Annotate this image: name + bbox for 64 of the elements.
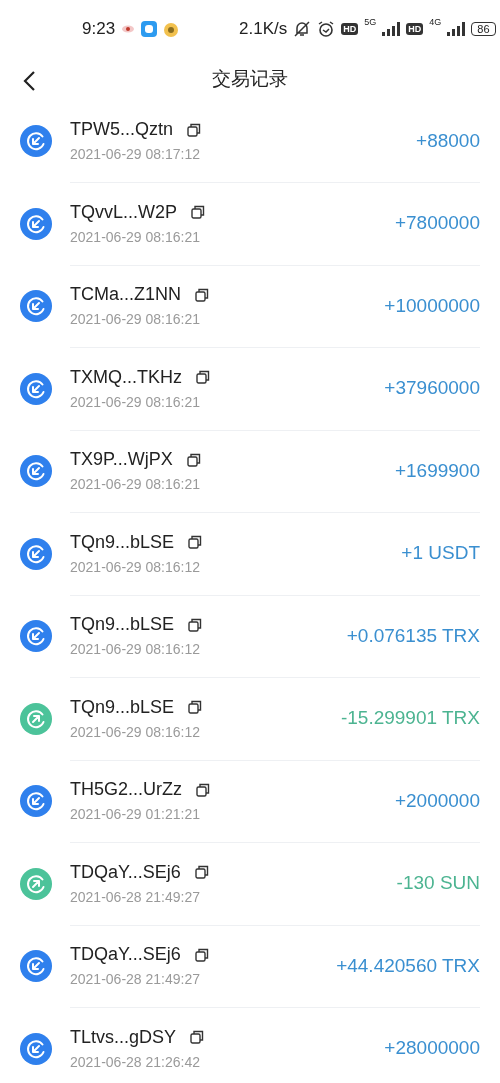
transaction-amount: -15.299901 TRX bbox=[340, 707, 480, 730]
wallet-address: TLtvs...gDSY bbox=[70, 1026, 177, 1048]
copy-icon[interactable] bbox=[188, 617, 203, 632]
transaction-time: 2021-06-28 21:49:27 bbox=[70, 971, 201, 988]
wallet-address: TXMQ...TKHz bbox=[70, 366, 182, 388]
copy-icon[interactable] bbox=[188, 535, 203, 550]
transaction-time: 2021-06-29 08:17:12 bbox=[70, 146, 201, 163]
copy-icon[interactable] bbox=[194, 865, 209, 880]
wallet-address: TDQaY...SEj6 bbox=[70, 944, 181, 966]
transaction-time: 2021-06-29 08:16:12 bbox=[70, 641, 201, 658]
transaction-time: 2021-06-29 08:16:21 bbox=[70, 228, 201, 245]
wallet-address: TH5G2...UrZz bbox=[70, 779, 182, 801]
copy-icon[interactable] bbox=[186, 452, 201, 467]
signal-icon bbox=[382, 22, 401, 36]
mascot-icon bbox=[163, 21, 180, 37]
alarm-icon bbox=[317, 20, 336, 38]
wallet-address: TPW5...Qztn bbox=[70, 119, 174, 141]
hd-badge: HD bbox=[406, 23, 424, 35]
copy-icon[interactable] bbox=[188, 700, 203, 715]
wallet-address: TQvvL...W2P bbox=[70, 201, 177, 223]
bell-muted-icon bbox=[293, 20, 312, 38]
wallet-address: TCMa...Z1NN bbox=[70, 284, 181, 306]
transaction-amount: +7800000 bbox=[394, 212, 480, 235]
wallet-address: TQn9...bLSE bbox=[70, 696, 175, 718]
hd-badge: HD bbox=[341, 23, 359, 35]
network-type: 5G bbox=[364, 17, 377, 27]
transaction-amount: +0.076135 TRX bbox=[346, 624, 480, 647]
network-speed: 2.1K/s bbox=[239, 19, 288, 39]
wallet-address: TQn9...bLSE bbox=[70, 531, 175, 553]
transaction-amount: +1699900 bbox=[394, 459, 480, 482]
copy-icon[interactable] bbox=[196, 370, 210, 385]
transaction-time: 2021-06-29 08:16:21 bbox=[70, 476, 201, 493]
transaction-time: 2021-06-28 21:26:42 bbox=[70, 1053, 201, 1070]
copy-icon[interactable] bbox=[195, 287, 209, 302]
copy-icon[interactable] bbox=[191, 205, 205, 220]
transaction-amount: +28000000 bbox=[384, 1037, 480, 1060]
back-icon[interactable] bbox=[22, 70, 38, 92]
transaction-time: 2021-06-29 08:16:21 bbox=[70, 311, 201, 328]
network-type: 4G bbox=[429, 17, 442, 27]
wallet-address: TDQaY...SEj6 bbox=[70, 861, 181, 883]
wallet-address: TQn9...bLSE bbox=[70, 614, 175, 636]
transaction-time: 2021-06-29 01:21:21 bbox=[70, 806, 201, 823]
transaction-amount: +88000 bbox=[416, 129, 480, 152]
eye-icon bbox=[121, 24, 136, 34]
status-time: 9:23 bbox=[82, 19, 116, 39]
transaction-amount: -130 SUN bbox=[396, 872, 480, 895]
signal-icon bbox=[447, 22, 466, 36]
wallet-address: TX9P...WjPX bbox=[70, 449, 173, 471]
copy-icon[interactable] bbox=[187, 122, 202, 137]
app-icon bbox=[141, 21, 158, 37]
transaction-amount: +37960000 bbox=[384, 377, 480, 400]
copy-icon[interactable] bbox=[190, 1030, 205, 1045]
transaction-amount: +44.420560 TRX bbox=[336, 954, 480, 977]
transaction-time: 2021-06-29 08:16:12 bbox=[70, 558, 201, 575]
copy-icon[interactable] bbox=[196, 782, 210, 797]
transaction-time: 2021-06-29 08:16:21 bbox=[70, 393, 201, 410]
battery-level: 86 bbox=[471, 22, 496, 36]
page-title: 交易记录 bbox=[212, 67, 288, 91]
transaction-amount: +1 USDT bbox=[401, 542, 480, 565]
transaction-time: 2021-06-29 08:16:12 bbox=[70, 723, 201, 740]
transaction-amount: +10000000 bbox=[384, 294, 480, 317]
transaction-time: 2021-06-28 21:49:27 bbox=[70, 888, 201, 905]
copy-icon[interactable] bbox=[194, 947, 209, 962]
transaction-amount: +2000000 bbox=[394, 789, 480, 812]
